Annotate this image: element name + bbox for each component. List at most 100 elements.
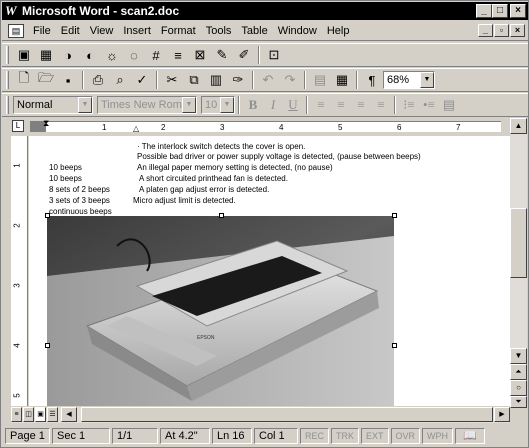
doc-restore-button[interactable]: ▫: [494, 24, 509, 37]
toolbar-grip[interactable]: [6, 96, 9, 114]
font-size-select[interactable]: 10 ▼: [201, 96, 235, 114]
selection-handle[interactable]: [45, 343, 50, 348]
print-icon[interactable]: ⎙: [87, 70, 109, 90]
format-painter-icon[interactable]: ✑: [227, 70, 249, 90]
menu-table[interactable]: Table: [236, 25, 272, 37]
web-layout-view-icon[interactable]: ◫: [23, 407, 34, 422]
doc-close-button[interactable]: ×: [510, 24, 525, 37]
align-left-icon[interactable]: ≡: [311, 95, 331, 115]
status-page[interactable]: Page 1: [5, 428, 50, 444]
selection-handle[interactable]: [45, 213, 50, 218]
print-preview-icon[interactable]: ⌕: [109, 70, 131, 90]
open-folder-icon[interactable]: 🗁: [35, 70, 57, 90]
toolbar-grip[interactable]: [6, 46, 9, 64]
numbering-icon[interactable]: ⁝≡: [399, 95, 419, 115]
doc-minimize-button[interactable]: _: [478, 24, 493, 37]
chevron-down-icon[interactable]: ▼: [420, 72, 434, 88]
document-area[interactable]: · The interlock switch detects the cover…: [29, 136, 510, 406]
normal-view-icon[interactable]: ≡: [11, 407, 22, 422]
style-select[interactable]: Normal ▼: [13, 96, 93, 114]
align-center-icon[interactable]: ≡: [331, 95, 351, 115]
select-browse-object-icon[interactable]: ○: [510, 380, 527, 396]
menu-window[interactable]: Window: [273, 25, 322, 37]
picture-frame-icon[interactable]: ⊠: [189, 45, 211, 65]
toolbar-grip[interactable]: [6, 71, 9, 89]
menu-view[interactable]: View: [85, 25, 119, 37]
bold-icon[interactable]: B: [243, 95, 263, 115]
scan-icon[interactable]: ▣: [13, 45, 35, 65]
contrast-icon[interactable]: ◌: [123, 45, 145, 65]
zoom-select[interactable]: 68% ▼: [383, 71, 435, 89]
chevron-down-icon[interactable]: ▼: [182, 97, 196, 113]
vertical-ruler[interactable]: 1 2 3 4 5: [11, 136, 28, 406]
italic-icon[interactable]: I: [263, 95, 283, 115]
selection-handle[interactable]: [392, 343, 397, 348]
copy-icon[interactable]: ⧉: [183, 70, 205, 90]
ocr-icon[interactable]: ◑: [57, 45, 79, 65]
new-document-icon[interactable]: 🗋: [13, 70, 35, 90]
horizontal-scroll-thumb[interactable]: [81, 407, 493, 422]
align-right-icon[interactable]: ≡: [351, 95, 371, 115]
scroll-up-icon[interactable]: ▲: [510, 118, 527, 134]
vertical-scroll-thumb[interactable]: [510, 208, 527, 278]
status-at[interactable]: At 4.2": [160, 428, 210, 444]
tab-stop-selector[interactable]: L: [12, 120, 24, 132]
status-page-of[interactable]: 1/1: [112, 428, 158, 444]
paint-icon[interactable]: ✎: [211, 45, 233, 65]
ruler-scale[interactable]: 1 2 3 4 5 6 7: [46, 121, 501, 132]
table-icon[interactable]: ▦: [331, 70, 353, 90]
cut-icon[interactable]: ✂: [161, 70, 183, 90]
status-section[interactable]: Sec 1: [52, 428, 110, 444]
insert-picture-icon[interactable]: ⊡: [263, 45, 285, 65]
menu-tools[interactable]: Tools: [201, 25, 237, 37]
underline-icon[interactable]: U: [283, 95, 303, 115]
justify-icon[interactable]: ≡: [371, 95, 391, 115]
scroll-right-icon[interactable]: ▶: [494, 407, 510, 422]
print-layout-view-icon[interactable]: ▣: [35, 407, 46, 422]
selection-handle[interactable]: [392, 213, 397, 218]
brightness-icon[interactable]: ☼: [101, 45, 123, 65]
status-ext[interactable]: EXT: [361, 428, 389, 444]
menu-help[interactable]: Help: [322, 25, 355, 37]
menu-file[interactable]: File: [28, 25, 56, 37]
right-indent-marker-icon[interactable]: △: [133, 124, 139, 133]
horizontal-ruler[interactable]: L 1 2 3 4 5 6 7 ⧗ △: [2, 118, 528, 134]
pen-icon[interactable]: ✐: [233, 45, 255, 65]
selection-handle[interactable]: [219, 213, 224, 218]
minimize-button[interactable]: _: [476, 4, 492, 18]
crop-icon[interactable]: #: [145, 45, 167, 65]
status-column[interactable]: Col 1: [254, 428, 298, 444]
save-icon[interactable]: ▪: [57, 70, 79, 90]
font-select[interactable]: Times New Roman ▼: [97, 96, 197, 114]
document-icon[interactable]: ▤: [8, 23, 24, 38]
spelling-icon[interactable]: ✓: [131, 70, 153, 90]
vertical-scrollbar[interactable]: ▲ ▼ ⏶ ○ ⏷: [510, 118, 527, 408]
status-line[interactable]: Ln 16: [212, 428, 252, 444]
previous-page-icon[interactable]: ⏶: [510, 364, 527, 380]
align-icon[interactable]: ≡: [167, 45, 189, 65]
indent-icon[interactable]: ▤: [439, 95, 459, 115]
next-page-icon[interactable]: ⏷: [510, 396, 527, 408]
bullets-icon[interactable]: •≡: [419, 95, 439, 115]
paste-icon[interactable]: ▥: [205, 70, 227, 90]
word-app-icon[interactable]: W: [5, 4, 19, 18]
indent-marker-icon[interactable]: ⧗: [43, 118, 49, 129]
close-button[interactable]: ×: [510, 4, 526, 18]
chevron-down-icon[interactable]: ▼: [220, 97, 234, 113]
status-trk[interactable]: TRK: [331, 428, 360, 444]
document-page[interactable]: · The interlock switch detects the cover…: [29, 136, 510, 406]
spelling-status-icon[interactable]: 📖: [455, 428, 486, 444]
chevron-down-icon[interactable]: ▼: [78, 97, 92, 113]
menu-edit[interactable]: Edit: [56, 25, 85, 37]
maximize-button[interactable]: □: [492, 4, 508, 18]
title-bar[interactable]: W Microsoft Word - scan2.doc _ □ ×: [2, 2, 528, 20]
picture-icon[interactable]: ▦: [35, 45, 57, 65]
redo-icon[interactable]: ↷: [279, 70, 301, 90]
scroll-down-icon[interactable]: ▼: [510, 348, 527, 364]
columns-icon[interactable]: ▤: [309, 70, 331, 90]
status-rec[interactable]: REC: [300, 428, 330, 444]
status-wph[interactable]: WPH: [422, 428, 454, 444]
scroll-left-icon[interactable]: ◀: [61, 407, 77, 422]
undo-icon[interactable]: ↶: [257, 70, 279, 90]
show-hide-paragraph-icon[interactable]: ¶: [361, 70, 383, 90]
